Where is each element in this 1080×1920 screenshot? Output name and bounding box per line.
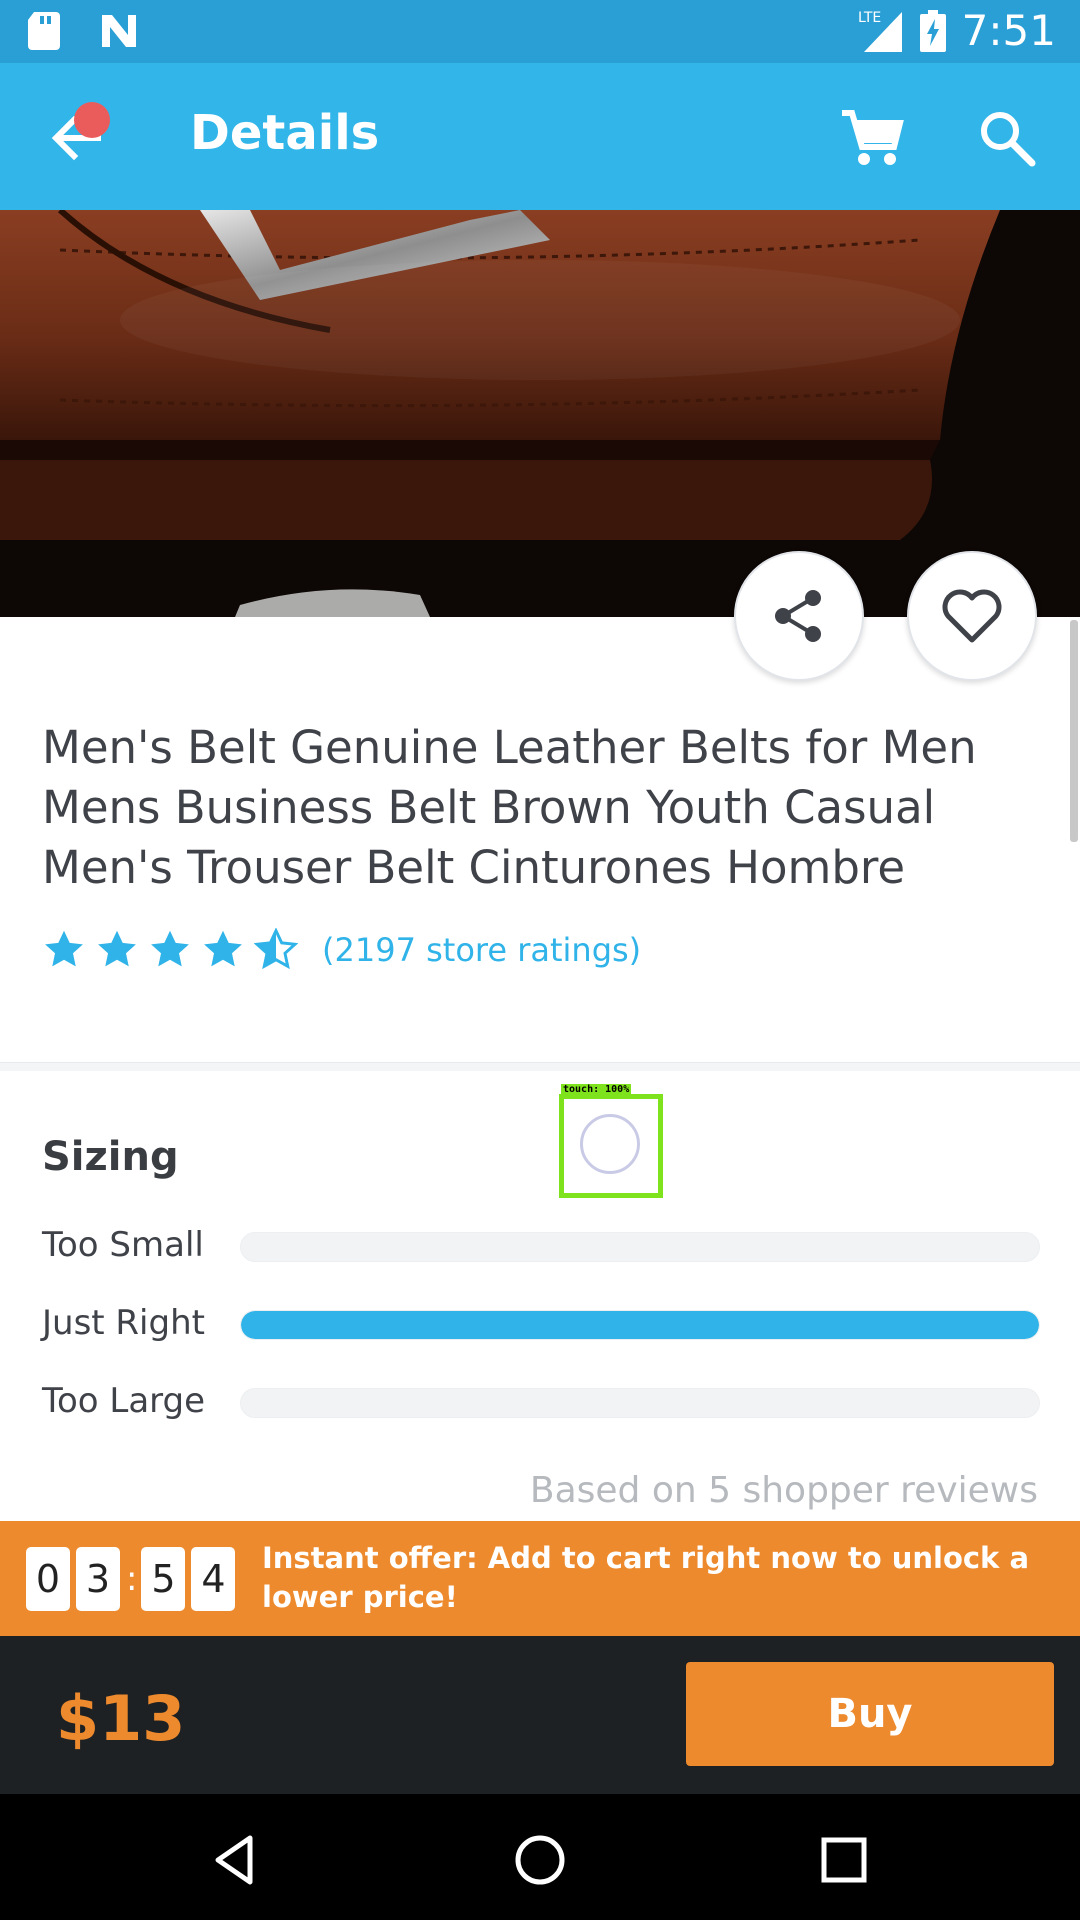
star-icon (98, 930, 136, 967)
store-ratings-link[interactable]: (2197 store ratings) (322, 931, 641, 969)
instant-offer-banner[interactable]: 0 3 : 5 4 Instant offer: Add to cart rig… (0, 1521, 1080, 1636)
sizing-heading: Sizing (42, 1134, 179, 1180)
size-bar (240, 1388, 1040, 1418)
countdown-timer: 0 3 : 5 4 (26, 1547, 241, 1611)
cart-icon (842, 110, 904, 165)
scrollbar[interactable] (1070, 620, 1078, 842)
recents-square-icon[interactable] (814, 1830, 874, 1890)
size-row-too-large: Too Large (42, 1381, 1042, 1421)
buy-button[interactable]: Buy (686, 1662, 1054, 1766)
rating-row[interactable]: (2197 store ratings) (42, 928, 641, 972)
search-icon (981, 112, 1036, 167)
size-bar (240, 1310, 1040, 1340)
offer-text: Instant offer: Add to cart right now to … (262, 1541, 1030, 1614)
size-label: Just Right (42, 1303, 205, 1343)
timer-digit: 5 (141, 1547, 186, 1611)
status-time: 7:51 (961, 6, 1056, 55)
timer-digit: 4 (191, 1547, 236, 1611)
system-nav-bar (0, 1794, 1080, 1920)
page-title: Details (190, 105, 380, 161)
size-row-too-small: Too Small (42, 1225, 1042, 1265)
size-bar-fill (241, 1311, 1039, 1339)
wishlist-button[interactable] (907, 551, 1037, 681)
timer-digit: 0 (26, 1547, 70, 1611)
size-bar (240, 1232, 1040, 1262)
section-divider (0, 1062, 1080, 1071)
price: $13 (56, 1682, 186, 1755)
star-icon (45, 930, 83, 967)
belt-photo (0, 210, 1080, 617)
star-icon (151, 930, 189, 967)
touch-indicator-circle (580, 1114, 640, 1174)
star-rating (42, 928, 298, 972)
size-label: Too Large (42, 1381, 206, 1421)
n-logo-icon (102, 15, 136, 47)
size-label: Too Small (42, 1225, 204, 1265)
back-triangle-icon[interactable] (206, 1830, 266, 1890)
size-row-just-right: Just Right (42, 1303, 1042, 1343)
half-star-icon (254, 928, 298, 970)
share-button[interactable] (734, 551, 864, 681)
heart-icon (942, 589, 1002, 643)
timer-digit: 3 (76, 1547, 120, 1611)
notification-dot (74, 102, 110, 138)
cart-button[interactable] (836, 103, 906, 173)
search-button[interactable] (972, 103, 1042, 173)
reviews-note: Based on 5 shopper reviews (529, 1470, 1038, 1511)
timer-separator: : (126, 1559, 138, 1599)
sd-card-icon (28, 12, 60, 50)
share-icon (775, 590, 821, 642)
product-title: Men's Belt Genuine Leather Belts for Men… (42, 721, 977, 894)
star-icon (204, 930, 242, 967)
buy-bar: $13 Buy (0, 1636, 1080, 1794)
battery-charging-icon (919, 9, 946, 52)
status-bar: LTE 7:51 (0, 0, 1080, 63)
home-circle-icon[interactable] (510, 1830, 570, 1890)
app-bar: Details (0, 63, 1080, 210)
signal-icon: LTE (858, 10, 902, 52)
product-image[interactable] (0, 210, 1080, 617)
network-type-label: LTE (858, 10, 881, 26)
